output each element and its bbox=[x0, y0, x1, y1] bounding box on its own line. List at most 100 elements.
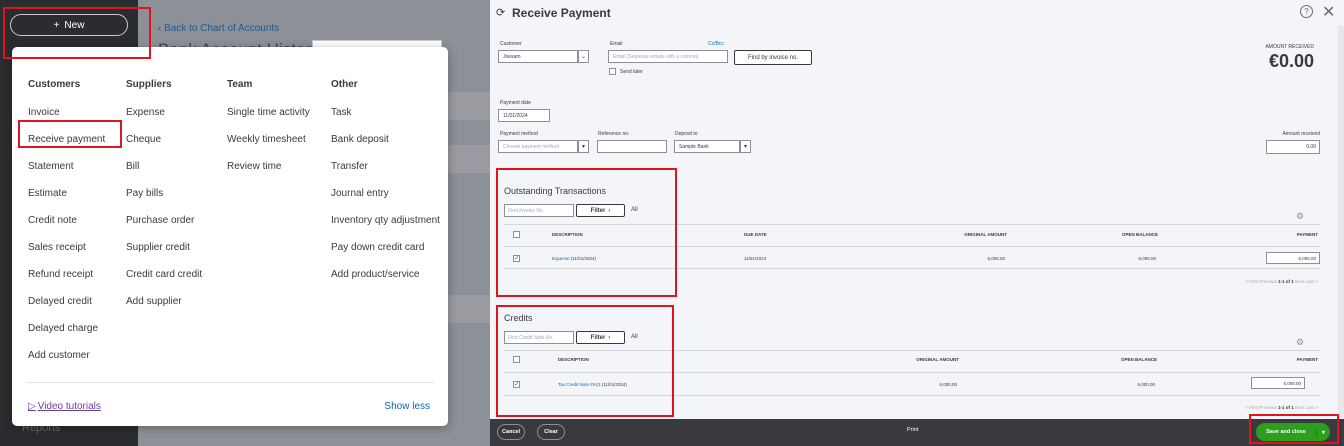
table-divider bbox=[504, 395, 1320, 396]
caret-down-icon[interactable]: ▾ bbox=[740, 140, 751, 153]
payment-amount-field[interactable]: 6,000.00 bbox=[1251, 377, 1305, 389]
amount-received-field[interactable]: 0.00 bbox=[1266, 140, 1320, 154]
menu-item-estimate[interactable]: Estimate bbox=[28, 180, 105, 207]
menu-item-add-customer[interactable]: Add customer bbox=[28, 342, 105, 369]
filter-button[interactable]: Filter › bbox=[576, 204, 625, 217]
gear-icon[interactable]: ⚙ bbox=[1296, 211, 1304, 222]
new-menu: Customers Invoice Receive payment Statem… bbox=[12, 47, 448, 426]
pager-previous[interactable]: Previous bbox=[1259, 279, 1277, 284]
menu-item-receive-payment[interactable]: Receive payment bbox=[28, 126, 105, 153]
payment-amount-field[interactable]: 6,000.00 bbox=[1266, 252, 1320, 264]
print-button[interactable]: Print bbox=[907, 427, 918, 433]
menu-item-purchase-order[interactable]: Purchase order bbox=[126, 207, 202, 234]
menu-item-weekly-timesheet[interactable]: Weekly timesheet bbox=[227, 126, 310, 153]
payment-method-label: Payment method bbox=[500, 131, 538, 137]
column-header-due-date: DUE DATE bbox=[744, 232, 767, 237]
column-header-original-amount: ORIGINAL AMOUNT bbox=[964, 232, 1007, 237]
pager-next[interactable]: Next bbox=[1295, 279, 1304, 284]
new-button-label: New bbox=[64, 19, 85, 31]
menu-item-bill[interactable]: Bill bbox=[126, 153, 202, 180]
back-link[interactable]: ‹ Back to Chart of Accounts bbox=[158, 23, 279, 34]
close-icon[interactable]: ✕ bbox=[1322, 2, 1335, 22]
email-field[interactable]: Email (Separate emails with a comma) bbox=[608, 50, 728, 63]
menu-item-review-time[interactable]: Review time bbox=[227, 153, 310, 180]
credits-title: Credits bbox=[504, 313, 533, 323]
menu-item-bank-deposit[interactable]: Bank deposit bbox=[331, 126, 440, 153]
receive-payment-dialog: ⟳ Receive Payment ? ✕ Customer Joesam ⌄ … bbox=[490, 0, 1344, 446]
video-tutorials-label: Video tutorials bbox=[37, 401, 101, 412]
caret-down-icon[interactable]: ▾ bbox=[578, 140, 589, 153]
gear-icon[interactable]: ⚙ bbox=[1296, 337, 1304, 348]
pager-next[interactable]: Next bbox=[1295, 405, 1304, 410]
credit-note-link[interactable]: Tax Credit Note #m(3 bbox=[558, 382, 601, 387]
customer-label: Customer bbox=[500, 41, 522, 47]
find-by-invoice-button[interactable]: Find by invoice no. bbox=[734, 50, 812, 65]
expense-link[interactable]: Expense bbox=[552, 256, 570, 261]
menu-item-statement[interactable]: Statement bbox=[28, 153, 105, 180]
column-header-description: DESCRIPTION bbox=[552, 232, 583, 237]
dialog-title: Receive Payment bbox=[512, 6, 611, 20]
pager-last[interactable]: Last > bbox=[1306, 279, 1318, 284]
video-tutorials-link[interactable]: ▷ Video tutorials bbox=[28, 401, 101, 412]
menu-item-sales-receipt[interactable]: Sales receipt bbox=[28, 234, 105, 261]
payment-method-placeholder: Choose payment method bbox=[503, 143, 559, 150]
filter-label: Filter bbox=[590, 334, 606, 341]
help-icon[interactable]: ? bbox=[1300, 5, 1313, 18]
row-date-suffix: (11/01/2024) bbox=[600, 382, 627, 387]
find-credit-note-input[interactable]: Find Credit Note No. bbox=[504, 331, 574, 344]
menu-item-journal-entry[interactable]: Journal entry bbox=[331, 180, 440, 207]
deposit-to-select[interactable]: Sample Bank bbox=[674, 140, 740, 153]
find-invoice-input[interactable]: Find Invoice No. bbox=[504, 204, 574, 217]
payment-date-field[interactable]: 11/01/2024 bbox=[498, 109, 550, 122]
table-divider bbox=[504, 350, 1320, 351]
email-label: Email bbox=[610, 41, 623, 47]
menu-item-inventory-qty-adjustment[interactable]: Inventory qty adjustment bbox=[331, 207, 440, 234]
pager-last[interactable]: Last > bbox=[1306, 405, 1318, 410]
menu-item-supplier-credit[interactable]: Supplier credit bbox=[126, 234, 202, 261]
menu-item-transfer[interactable]: Transfer bbox=[331, 153, 440, 180]
menu-item-task[interactable]: Task bbox=[331, 99, 440, 126]
filter-button[interactable]: Filter › bbox=[576, 331, 625, 344]
select-all-checkbox[interactable] bbox=[513, 231, 520, 238]
scrollbar[interactable] bbox=[1338, 26, 1344, 418]
save-and-close-button[interactable]: Save and close ▾ bbox=[1256, 423, 1330, 441]
send-later-checkbox[interactable] bbox=[609, 68, 616, 75]
cancel-button[interactable]: Cancel bbox=[497, 424, 525, 440]
menu-item-refund-receipt[interactable]: Refund receipt bbox=[28, 261, 105, 288]
select-all-checkbox[interactable] bbox=[513, 356, 520, 363]
pager-first[interactable]: < First bbox=[1245, 279, 1258, 284]
amount-received-small-label: Amount received bbox=[1282, 131, 1320, 137]
cc-bcc-link[interactable]: Cc/Bcc bbox=[708, 41, 724, 47]
menu-item-cheque[interactable]: Cheque bbox=[126, 126, 202, 153]
customer-select[interactable]: Joesam bbox=[498, 50, 578, 63]
new-button[interactable]: + New bbox=[10, 14, 128, 36]
menu-item-invoice[interactable]: Invoice bbox=[28, 99, 105, 126]
show-less-link[interactable]: Show less bbox=[384, 401, 430, 412]
chevron-down-icon[interactable]: ⌄ bbox=[578, 50, 589, 63]
dialog-header: ⟳ Receive Payment ? ✕ bbox=[490, 0, 1344, 26]
menu-item-add-supplier[interactable]: Add supplier bbox=[126, 288, 202, 315]
chevron-right-icon: › bbox=[608, 207, 611, 214]
menu-item-pay-down-credit-card[interactable]: Pay down credit card bbox=[331, 234, 440, 261]
menu-item-pay-bills[interactable]: Pay bills bbox=[126, 180, 202, 207]
menu-item-credit-card-credit[interactable]: Credit card credit bbox=[126, 261, 202, 288]
menu-item-single-time-activity[interactable]: Single time activity bbox=[227, 99, 310, 126]
row-due-date: 11/01/2024 bbox=[744, 256, 767, 261]
reference-field[interactable] bbox=[597, 140, 667, 153]
history-icon[interactable]: ⟳ bbox=[496, 6, 505, 19]
menu-item-expense[interactable]: Expense bbox=[126, 99, 202, 126]
pagination: < First Previous 1-1 of 1 Next Last > bbox=[1245, 405, 1318, 410]
pager-first[interactable]: < First bbox=[1245, 405, 1258, 410]
menu-item-credit-note[interactable]: Credit note bbox=[28, 207, 105, 234]
menu-item-add-product-service[interactable]: Add product/service bbox=[331, 261, 440, 288]
clear-button[interactable]: Clear bbox=[537, 424, 565, 440]
payment-method-select[interactable]: Choose payment method bbox=[498, 140, 578, 153]
play-circle-icon: ▷ bbox=[28, 401, 36, 412]
row-checkbox-checked[interactable]: ✓ bbox=[513, 381, 520, 388]
menu-item-delayed-credit[interactable]: Delayed credit bbox=[28, 288, 105, 315]
pager-previous[interactable]: Previous bbox=[1259, 405, 1277, 410]
caret-down-icon[interactable]: ▾ bbox=[1316, 428, 1330, 436]
menu-column-customers: Customers Invoice Receive payment Statem… bbox=[28, 79, 105, 369]
menu-item-delayed-charge[interactable]: Delayed charge bbox=[28, 315, 105, 342]
row-checkbox-checked[interactable]: ✓ bbox=[513, 255, 520, 262]
